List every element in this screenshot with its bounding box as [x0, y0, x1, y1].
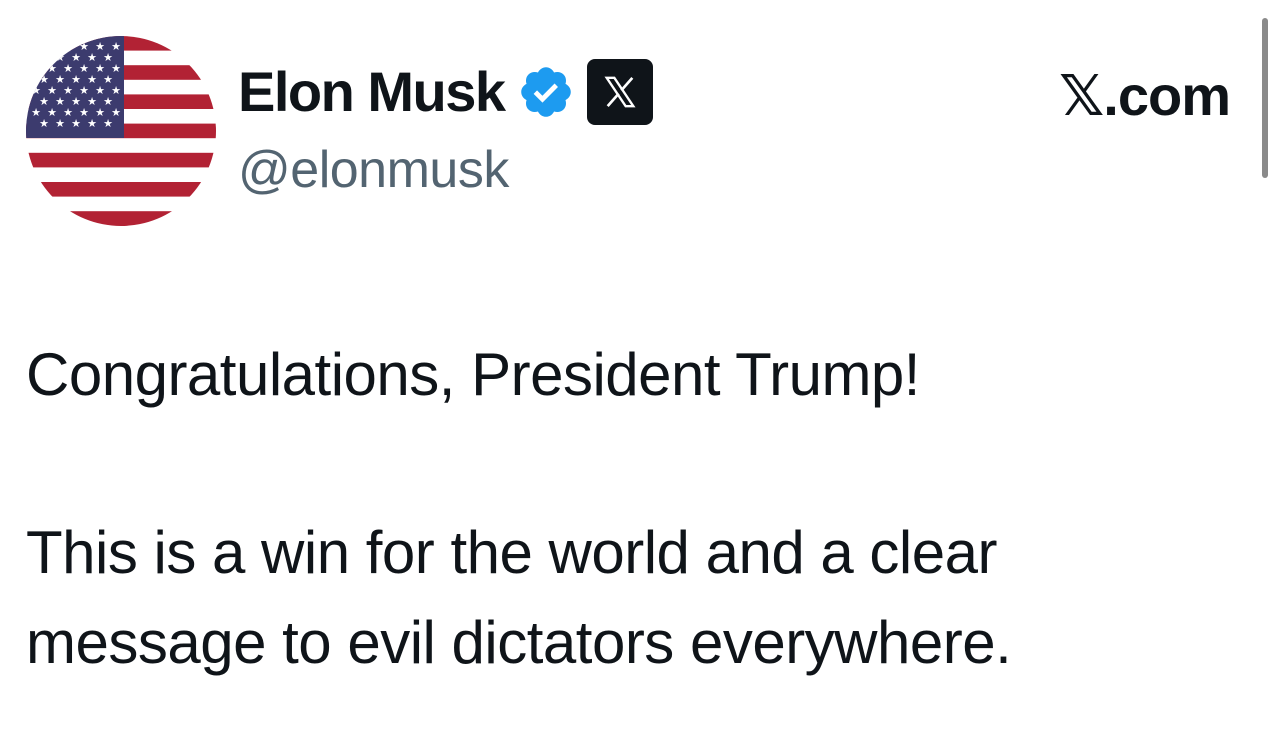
- svg-text:★: ★: [47, 40, 57, 53]
- tweet-header: ★ ★ ★ ★ ★ ★ ★ ★ ★ ★ ★ ★ ★ ★ ★ ★ ★ ★ ★ ★ ★ ★ ★ ★ ★ ★ ★ ★ ★ ★ ★ ★ ★ ★…: [0, 0, 1280, 240]
- site-label: 𝕏.com: [1059, 64, 1231, 127]
- svg-text:★: ★: [71, 117, 81, 130]
- author-handle[interactable]: @elonmusk: [238, 138, 509, 202]
- tweet-text: Congratulations, President Trump! This i…: [26, 330, 1206, 688]
- svg-text:★: ★: [31, 62, 41, 75]
- us-flag-icon: ★ ★ ★ ★ ★ ★ ★ ★ ★ ★ ★ ★ ★ ★ ★ ★ ★ ★ ★ ★ ★ ★ ★ ★ ★ ★ ★ ★ ★ ★ ★ ★ ★ ★…: [26, 36, 216, 226]
- verified-badge-icon[interactable]: [517, 63, 575, 121]
- tweet-line-3: message to evil dictators everywhere.: [26, 609, 1012, 676]
- avatar[interactable]: ★ ★ ★ ★ ★ ★ ★ ★ ★ ★ ★ ★ ★ ★ ★ ★ ★ ★ ★ ★ ★ ★ ★ ★ ★ ★ ★ ★ ★ ★ ★ ★ ★ ★…: [26, 36, 216, 226]
- display-name[interactable]: Elon Musk: [238, 56, 506, 128]
- svg-text:★: ★: [87, 117, 97, 130]
- name-row: Elon Musk: [238, 56, 653, 128]
- tweet-line-2: This is a win for the world and a clear: [26, 519, 997, 586]
- svg-text:★: ★: [31, 40, 41, 53]
- x-logo-icon[interactable]: [586, 59, 653, 125]
- tweet-card: ★ ★ ★ ★ ★ ★ ★ ★ ★ ★ ★ ★ ★ ★ ★ ★ ★ ★ ★ ★ ★ ★ ★ ★ ★ ★ ★ ★ ★ ★ ★ ★ ★ ★…: [0, 0, 1280, 748]
- scrollbar[interactable]: [1262, 18, 1268, 178]
- svg-text:★: ★: [39, 117, 49, 130]
- tweet-line-1: Congratulations, President Trump!: [26, 341, 920, 408]
- svg-text:★: ★: [39, 51, 49, 64]
- svg-text:★: ★: [103, 117, 113, 130]
- svg-text:★: ★: [55, 117, 65, 130]
